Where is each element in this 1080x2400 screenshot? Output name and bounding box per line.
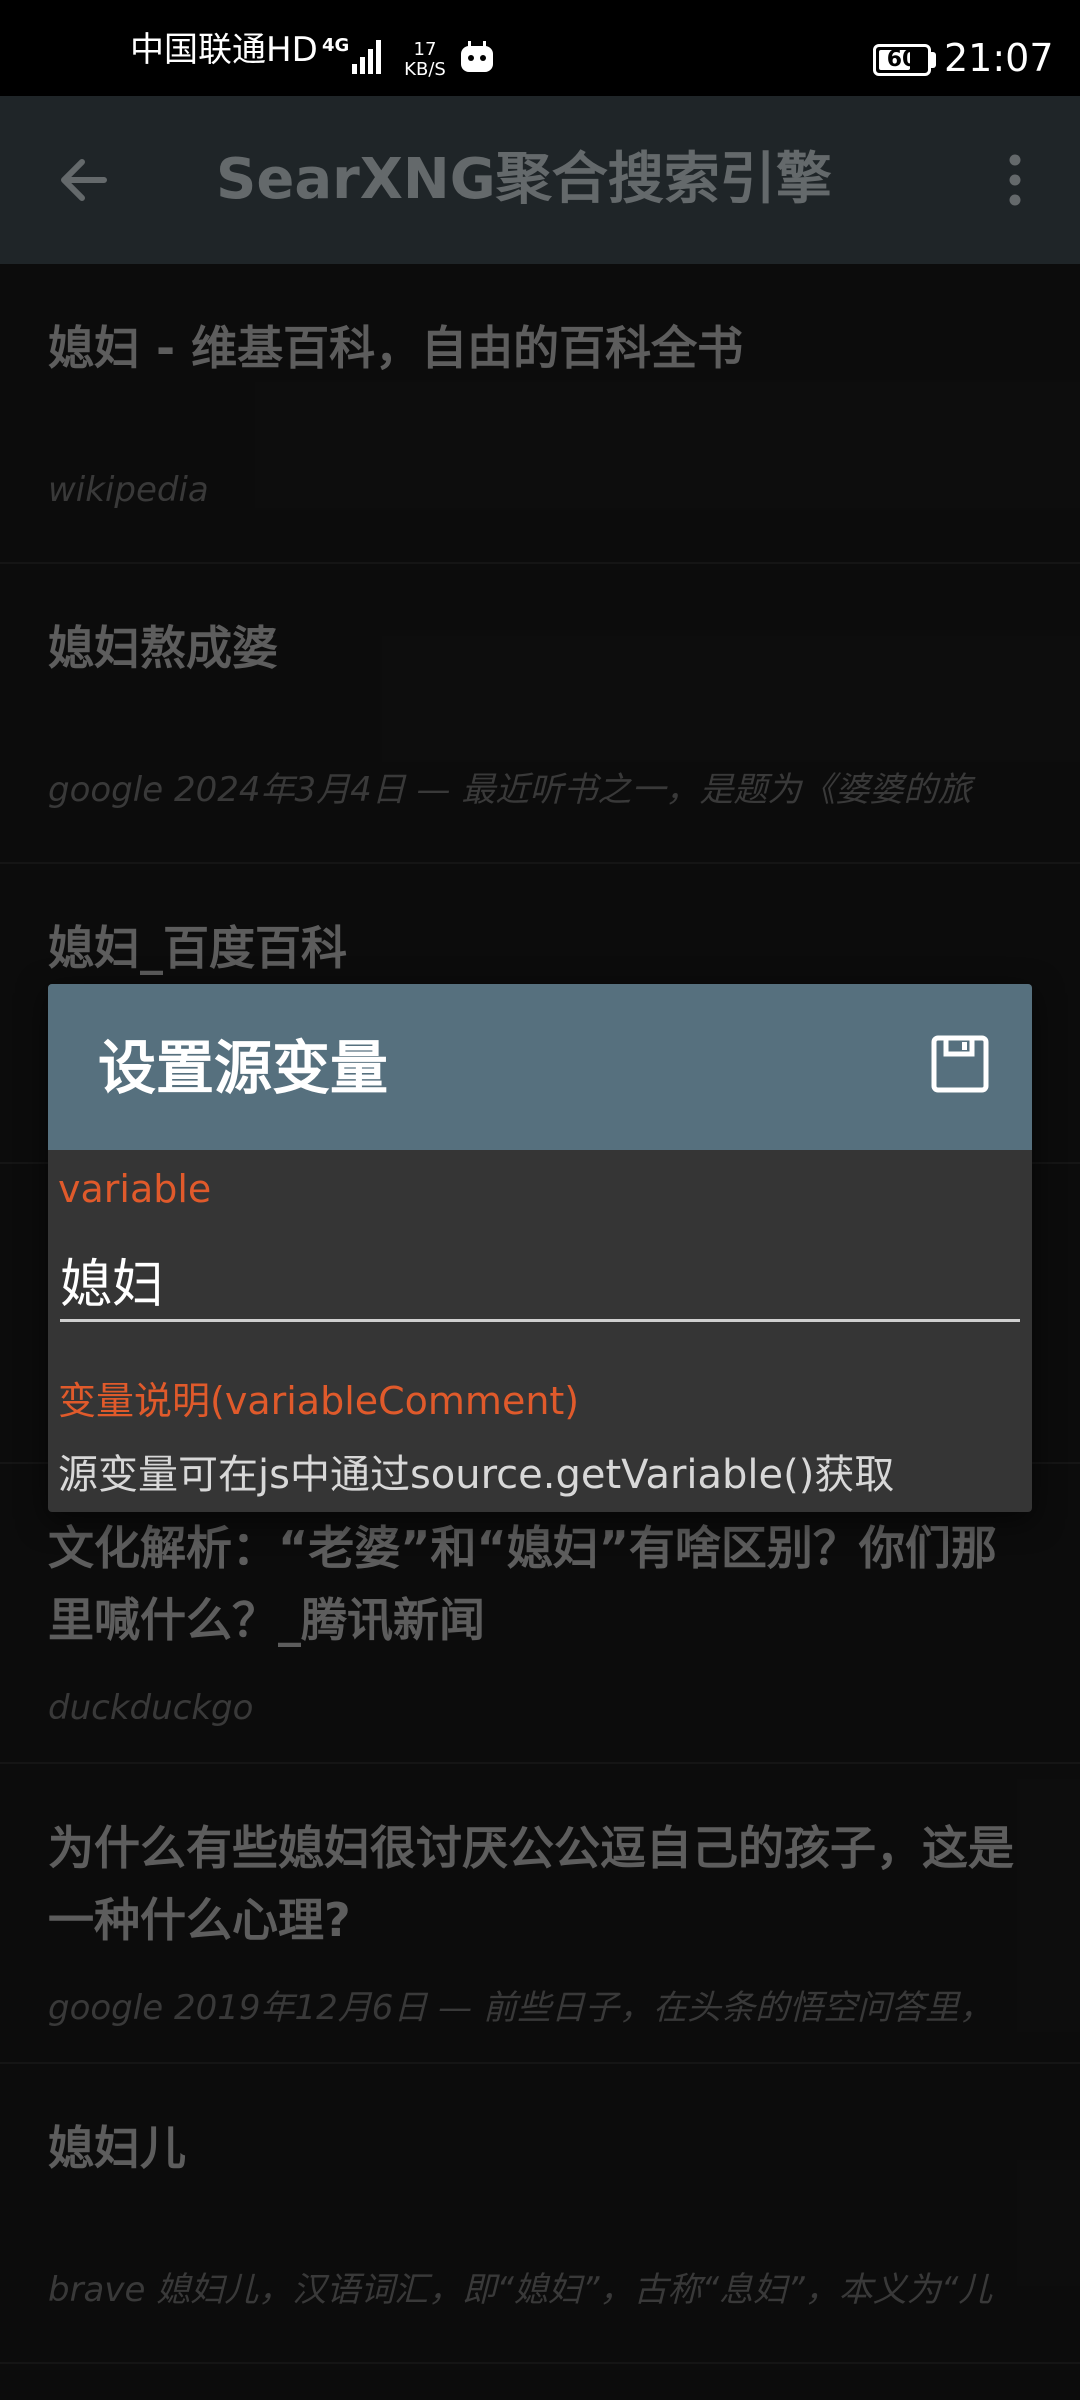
speed-unit: KB/S <box>404 59 446 80</box>
battery-tip <box>931 52 936 68</box>
speed-value: 17 <box>413 39 437 60</box>
dialog-title: 设置源变量 <box>98 1034 389 1102</box>
battery-icon: 60 <box>873 44 931 76</box>
screen: 中国联通HD 4G 17 KB/S 60 21:07 SearXNG聚合搜索引擎… <box>0 0 1080 2400</box>
network-type: 4G <box>322 35 350 56</box>
signal-icon <box>352 40 381 74</box>
dialog-header: 设置源变量 <box>48 984 1032 1150</box>
notification-app-icon <box>461 41 493 72</box>
variable-comment-label: 变量说明(variableComment) <box>58 1379 580 1423</box>
status-bar: 中国联通HD 4G 17 KB/S 60 21:07 <box>0 0 1080 96</box>
battery-level: 60 <box>886 47 918 72</box>
network-speed: 17 KB/S <box>398 40 452 80</box>
variable-label: variable <box>58 1167 212 1211</box>
set-variable-dialog: 设置源变量 variable 变量说明(variableComment) 源变量… <box>48 984 1032 1512</box>
carrier-label: 中国联通HD <box>130 30 318 70</box>
save-icon[interactable] <box>928 1032 992 1096</box>
variable-input[interactable] <box>60 1240 1020 1322</box>
clock: 21:07 <box>944 36 1054 80</box>
variable-comment-text: 源变量可在js中通过source.getVariable()获取 <box>58 1452 895 1498</box>
